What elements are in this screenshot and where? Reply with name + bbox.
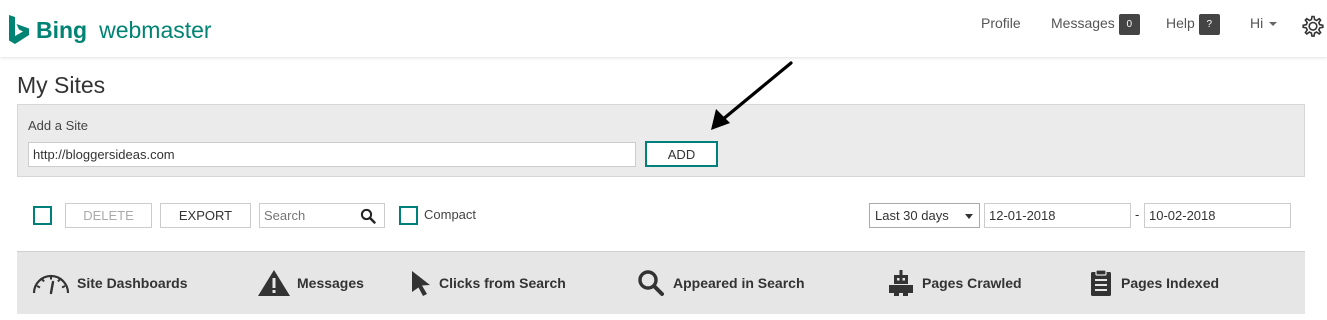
nav-help-label: Help <box>1166 15 1195 31</box>
add-site-panel: Add a Site ADD <box>17 104 1305 177</box>
robot-icon <box>889 270 913 296</box>
bing-webmaster-logo[interactable]: Bing webmaster <box>8 13 212 47</box>
tab-label: Pages Crawled <box>922 275 1022 291</box>
tab-pages-crawled[interactable]: Pages Crawled <box>886 270 1022 296</box>
nav-profile-link[interactable]: Profile <box>981 13 1021 33</box>
date-to-input[interactable] <box>1144 203 1291 228</box>
help-badge: ? <box>1198 13 1220 35</box>
search-input[interactable] <box>260 204 356 227</box>
brand-name: Bing <box>36 16 88 43</box>
annotation-arrow-icon <box>711 61 793 130</box>
messages-count-badge: 0 <box>1118 13 1140 35</box>
clipboard-icon <box>1091 269 1111 296</box>
tab-label: Messages <box>297 275 364 291</box>
nav-help-link[interactable]: Help? <box>1166 13 1220 35</box>
compact-checkbox[interactable] <box>399 206 418 225</box>
top-navigation-bar: Bing webmaster Profile Messages 0 Help? H… <box>0 0 1327 57</box>
search-icon[interactable] <box>360 208 376 224</box>
date-range-value: Last 30 days <box>875 208 949 223</box>
delete-button[interactable]: DELETE <box>65 203 152 228</box>
nav-messages-label: Messages <box>1051 15 1115 31</box>
date-separator: - <box>1135 207 1140 222</box>
chevron-down-icon <box>965 214 973 219</box>
site-search-box <box>259 203 385 228</box>
user-greeting: Hi <box>1250 15 1264 31</box>
gear-icon[interactable] <box>1300 13 1326 39</box>
tab-label: Site Dashboards <box>77 275 188 291</box>
tab-label: Pages Indexed <box>1121 275 1220 291</box>
brand-product: webmaster <box>99 16 212 43</box>
tab-pages-indexed[interactable]: Pages Indexed <box>1087 269 1220 296</box>
cursor-icon <box>412 271 430 296</box>
warning-icon <box>258 270 290 296</box>
bing-logo-icon <box>9 15 29 44</box>
compact-label: Compact <box>424 207 477 222</box>
chevron-down-icon <box>1269 22 1278 27</box>
dashboard-gauge-icon <box>32 274 70 295</box>
date-range-select[interactable]: Last 30 days <box>869 203 980 228</box>
date-from-input[interactable] <box>984 203 1131 228</box>
add-site-label: Add a Site <box>28 118 88 133</box>
user-menu[interactable]: Hi <box>1250 13 1278 33</box>
tab-appeared-in-search[interactable]: Appeared in Search <box>637 270 805 296</box>
tab-clicks-from-search[interactable]: Clicks from Search <box>409 270 566 296</box>
nav-messages-link[interactable]: Messages 0 <box>1051 13 1140 35</box>
tab-site-dashboards[interactable]: Site Dashboards <box>31 270 187 296</box>
tab-label: Appeared in Search <box>673 275 805 291</box>
site-url-input[interactable] <box>28 142 636 167</box>
add-site-button[interactable]: ADD <box>645 141 718 167</box>
page-title: My Sites <box>17 72 106 98</box>
select-all-checkbox[interactable] <box>33 206 52 225</box>
site-metrics-tabs: Site Dashboards Messages Clicks from Sea… <box>17 251 1305 314</box>
export-button[interactable]: EXPORT <box>160 203 251 228</box>
tab-messages[interactable]: Messages <box>257 270 364 296</box>
search-icon <box>638 270 664 296</box>
tab-label: Clicks from Search <box>439 275 566 291</box>
